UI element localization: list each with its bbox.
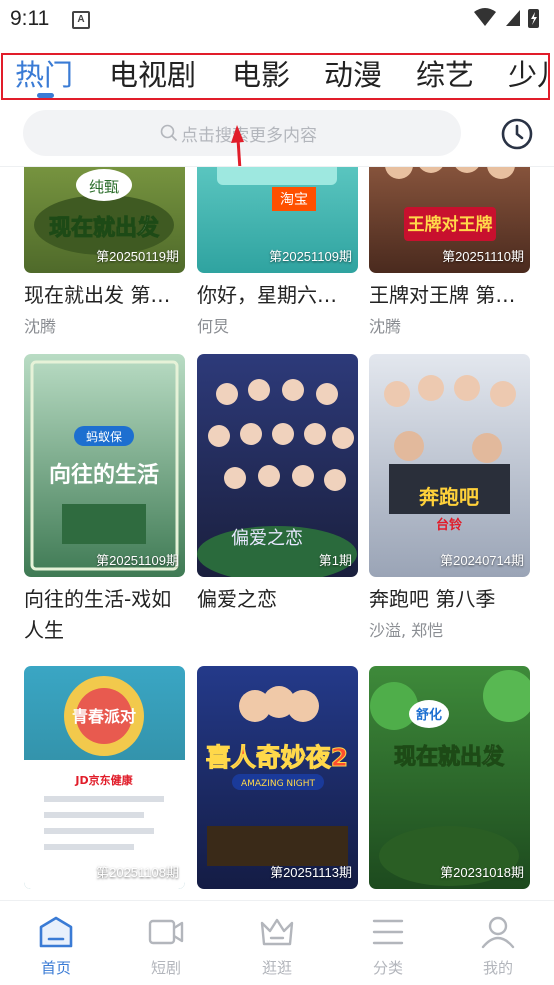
- poster-image: 偏爱之恋 第1期: [197, 354, 358, 577]
- nav-browse[interactable]: 逛逛: [227, 901, 327, 985]
- video-title: 偏爱之恋: [197, 587, 277, 611]
- episode-label: 第20250119期: [96, 249, 179, 264]
- episode-label: 第20240714期: [440, 553, 524, 568]
- episode-label: 第20251109期: [96, 553, 179, 568]
- wifi-icon: [474, 8, 496, 26]
- svg-text:现在就出发: 现在就出发: [49, 215, 160, 241]
- video-card[interactable]: 舒化 现在就出发 第20231018期: [369, 666, 530, 896]
- nav-category-label: 分类: [372, 959, 403, 977]
- episode-label: 第1期: [318, 553, 352, 568]
- video-card[interactable]: 喜人奇妙夜2 AMAZING NIGHT 第20251113期: [197, 666, 358, 896]
- svg-text:向往的生活: 向往的生活: [49, 462, 159, 488]
- video-subtitle: 何炅: [197, 317, 230, 336]
- status-time: 9:11: [10, 7, 50, 30]
- poster-image: 舒化 现在就出发 第20231018期: [369, 666, 530, 889]
- video-title: 向往的生活-戏如人生: [24, 587, 172, 642]
- nav-category[interactable]: 分类: [338, 901, 438, 985]
- history-clock-icon[interactable]: [500, 117, 534, 151]
- status-bar: 9:11 A: [0, 0, 554, 38]
- video-icon: [148, 919, 184, 945]
- episode-label: 第20251108期: [96, 865, 179, 880]
- svg-text:偏爱之恋: 偏爱之恋: [231, 527, 303, 549]
- video-card[interactable]: 淘宝 第20251109期 你好，星期六… 何炅: [197, 167, 358, 337]
- nav-short-drama-label: 短剧: [150, 959, 181, 977]
- nav-browse-label: 逛逛: [261, 959, 292, 977]
- video-title: 你好，星期六…: [197, 283, 337, 307]
- svg-text:台铃: 台铃: [436, 517, 462, 533]
- video-subtitle: 沈腾: [24, 317, 57, 336]
- svg-text:王牌对王牌: 王牌对王牌: [408, 214, 493, 235]
- poster-image: 喜人奇妙夜2 AMAZING NIGHT 第20251113期: [197, 666, 358, 889]
- svg-text:淘宝: 淘宝: [280, 192, 308, 208]
- episode-label: 第20231018期: [440, 865, 524, 880]
- svg-text:青春派对: 青春派对: [72, 707, 136, 726]
- crown-icon: [260, 918, 294, 946]
- video-grid: 纯甄 现在就出发 第20250119期 现在就出发 第… 沈腾 淘宝 第2025…: [0, 167, 554, 900]
- svg-text:喜人奇妙夜2: 喜人奇妙夜2: [206, 743, 348, 772]
- status-icons: [474, 8, 539, 28]
- svg-text:纯甄: 纯甄: [89, 178, 119, 196]
- poster-image: 纯甄 现在就出发 第20250119期: [24, 167, 185, 273]
- video-title: 现在就出发 第…: [24, 283, 171, 307]
- poster-image: 青春派对 JD京东健康 第20251108期: [24, 666, 185, 889]
- bottom-navigation: 首页 短剧 逛逛 分类 我的: [0, 900, 554, 985]
- nav-mine[interactable]: 我的: [448, 901, 548, 985]
- menu-icon: [372, 919, 404, 945]
- episode-label: 第20251110期: [442, 249, 524, 264]
- episode-label: 第20251113期: [270, 865, 352, 880]
- home-icon: [39, 916, 73, 948]
- poster-image: 蚂蚁保 向往的生活 第20251109期: [24, 354, 185, 577]
- video-subtitle: 沙溢, 郑恺: [369, 621, 444, 640]
- tabs-annotation-box: [1, 53, 550, 100]
- video-card[interactable]: 奔跑吧 台铃 第20240714期 奔跑吧 第八季 沙溢, 郑恺: [369, 354, 530, 641]
- signal-icon: [506, 10, 520, 26]
- episode-label: 第20251109期: [269, 249, 352, 264]
- video-card[interactable]: 偏爱之恋 第1期 偏爱之恋: [197, 354, 358, 617]
- video-card[interactable]: 纯甄 现在就出发 第20250119期 现在就出发 第… 沈腾: [24, 167, 185, 337]
- svg-text:奔跑吧: 奔跑吧: [418, 485, 479, 509]
- svg-text:舒化: 舒化: [416, 707, 442, 723]
- poster-image: 奔跑吧 台铃 第20240714期: [369, 354, 530, 577]
- svg-text:AMAZING NIGHT: AMAZING NIGHT: [241, 779, 316, 789]
- video-title: 王牌对王牌 第…: [369, 283, 516, 307]
- notification-a-icon: A: [72, 11, 90, 29]
- nav-short-drama[interactable]: 短剧: [116, 901, 216, 985]
- svg-text:JD京东健康: JD京东健康: [74, 773, 133, 787]
- video-card[interactable]: 王牌对王牌 第20251110期 王牌对王牌 第… 沈腾: [369, 167, 530, 337]
- nav-mine-label: 我的: [482, 959, 513, 977]
- video-card[interactable]: 青春派对 JD京东健康 第20251108期: [24, 666, 185, 896]
- user-icon: [481, 916, 515, 949]
- nav-home-label: 首页: [40, 959, 71, 977]
- video-title: 奔跑吧 第八季: [369, 587, 496, 611]
- svg-text:现在就出发: 现在就出发: [394, 744, 505, 770]
- poster-image: 淘宝 第20251109期: [197, 167, 358, 273]
- poster-image: 王牌对王牌 第20251110期: [369, 167, 530, 273]
- nav-home[interactable]: 首页: [6, 901, 106, 985]
- video-card[interactable]: 蚂蚁保 向往的生活 第20251109期 向往的生活-戏如人生: [24, 354, 185, 648]
- svg-text:蚂蚁保: 蚂蚁保: [86, 429, 122, 444]
- video-subtitle: 沈腾: [369, 317, 402, 336]
- search-icon: [160, 124, 178, 142]
